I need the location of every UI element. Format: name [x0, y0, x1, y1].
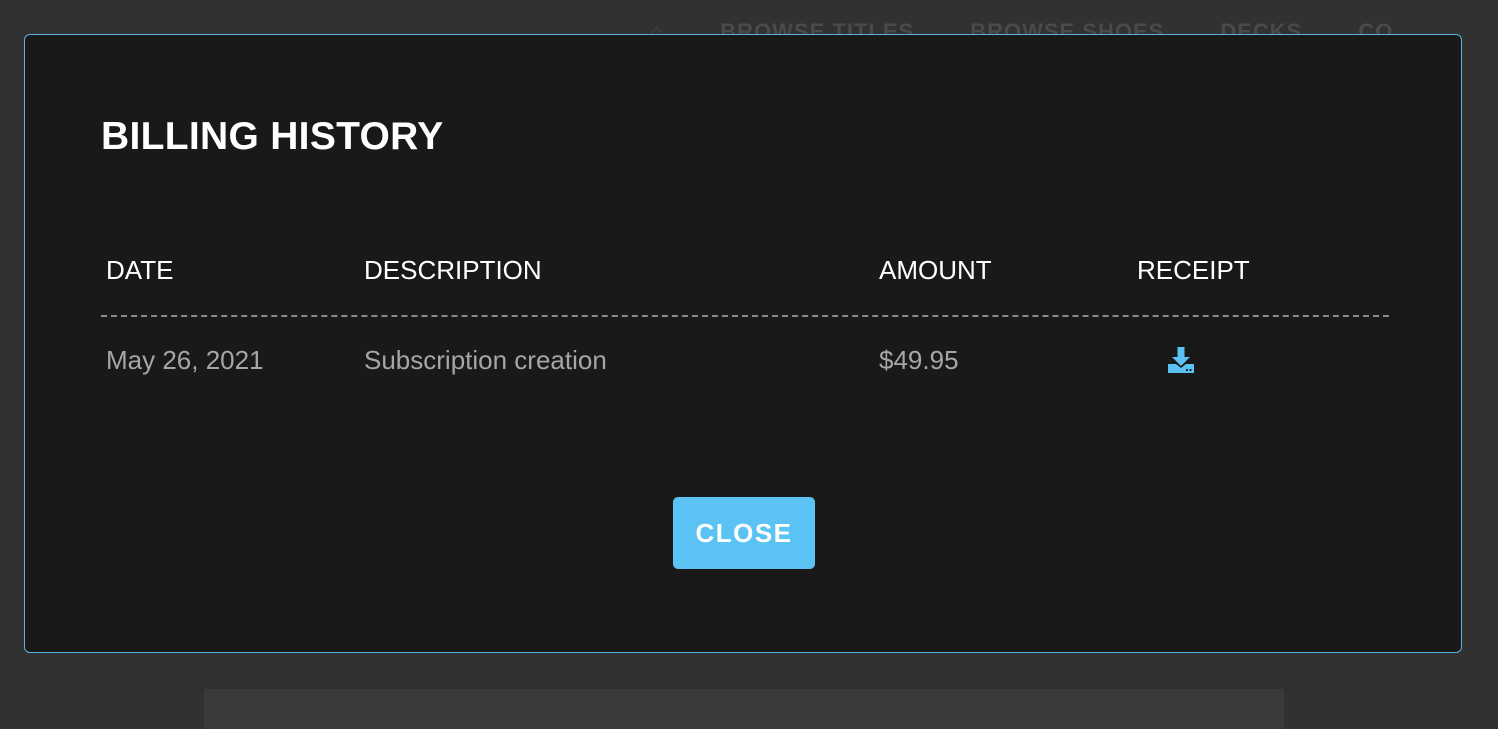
download-icon[interactable] — [1166, 345, 1196, 375]
modal-title: BILLING HISTORY — [101, 115, 444, 158]
column-header-amount: AMOUNT — [879, 254, 992, 285]
billing-history-modal: BILLING HISTORY DATE DESCRIPTION AMOUNT … — [24, 34, 1462, 653]
row-date: May 26, 2021 — [106, 345, 264, 375]
close-button[interactable]: CLOSE — [673, 497, 815, 569]
table-row: May 26, 2021 Subscription creation $49.9… — [101, 315, 1389, 405]
column-header-receipt: RECEIPT — [1137, 254, 1250, 285]
table-header-row: DATE DESCRIPTION AMOUNT RECEIPT — [101, 245, 1389, 295]
column-header-date: DATE — [106, 254, 174, 285]
row-amount: $49.95 — [879, 345, 959, 375]
column-header-description: DESCRIPTION — [364, 254, 542, 285]
row-receipt — [1132, 345, 1389, 382]
background-panel — [204, 689, 1284, 729]
row-description: Subscription creation — [364, 345, 607, 375]
billing-table: DATE DESCRIPTION AMOUNT RECEIPT May 26, … — [101, 245, 1389, 405]
